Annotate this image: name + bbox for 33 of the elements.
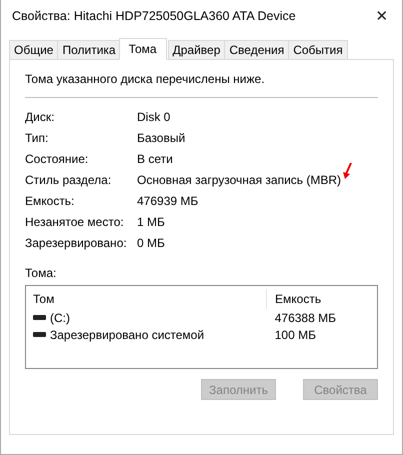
drive-icon xyxy=(33,315,46,320)
description-text: Тома указанного диска перечислены ниже. xyxy=(25,72,266,86)
property-label: Емкость: xyxy=(25,194,76,208)
property-label: Зарезервировано: xyxy=(25,236,128,250)
window-title: Свойства: Hitachi HDP725050GLA360 ATA Device xyxy=(12,9,297,23)
volume-name[interactable]: (C:) xyxy=(50,310,70,324)
property-value: Базовый xyxy=(137,130,186,144)
volumes-label: Тома: xyxy=(25,266,58,280)
property-label: Стиль раздела: xyxy=(25,172,112,186)
property-value: 0 МБ xyxy=(137,236,165,250)
property-value: Основная загрузочная запись (MBR) xyxy=(137,172,342,186)
property-label: Диск: xyxy=(25,110,56,124)
column-header[interactable]: Емкость xyxy=(266,289,377,309)
column-header[interactable]: Том xyxy=(26,289,266,309)
property-value: 476939 МБ xyxy=(137,194,198,208)
property-value: 1 МБ xyxy=(137,214,165,228)
property-label: Состояние: xyxy=(25,152,90,166)
property-value: В сети xyxy=(137,152,173,166)
drive-icon xyxy=(33,332,46,337)
annotation-arrow-icon xyxy=(342,162,352,180)
property-label: Тип: xyxy=(25,130,50,144)
tab[interactable]: Общие xyxy=(9,40,58,59)
tab[interactable]: Политика xyxy=(57,40,121,59)
property-value: Disk 0 xyxy=(137,110,170,124)
tab[interactable]: Сведения xyxy=(224,40,290,59)
volume-name[interactable]: Зарезервировано системой xyxy=(50,328,204,342)
tab[interactable]: Драйвер xyxy=(168,40,226,59)
volume-capacity: 476388 МБ xyxy=(274,310,337,324)
property-label: Незанятое место: xyxy=(25,214,125,228)
tab[interactable]: Тома xyxy=(118,38,167,60)
close-button[interactable]: ✕ xyxy=(362,0,402,32)
volume-capacity: 100 МБ xyxy=(274,328,317,342)
tab[interactable]: События xyxy=(288,40,348,59)
